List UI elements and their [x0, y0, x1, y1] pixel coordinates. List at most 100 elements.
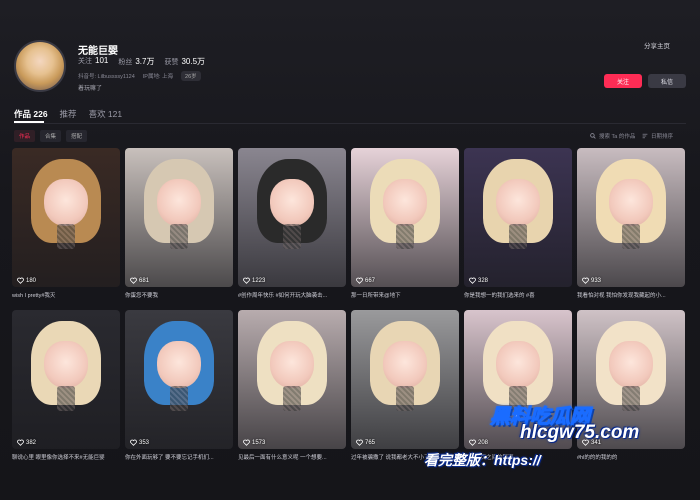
- video-like-count: 1223: [243, 277, 265, 284]
- thumbnail-face-shape: [383, 178, 427, 226]
- follow-stat[interactable]: 关注 101: [78, 56, 108, 67]
- video-like-count: 328: [469, 277, 488, 284]
- thumbnail-tattoo-shape: [509, 224, 527, 250]
- video-card[interactable]: 180 wish I pretty#我灭: [12, 148, 120, 299]
- video-card[interactable]: 681 你蛋您不要我: [125, 148, 233, 299]
- profile-stats: 关注 101 粉丝 3.7万 获赞 30.5万: [78, 56, 205, 67]
- share-profile-button[interactable]: 分享主页: [644, 40, 670, 50]
- heart-outline-icon: [582, 277, 589, 284]
- video-thumbnail[interactable]: 328: [464, 148, 572, 287]
- profile-meta: 抖音号: Lilbussssy1124 IP属地: 上海 26岁: [78, 71, 201, 81]
- video-caption[interactable]: 你是我想一的我们选来的 #喜: [464, 291, 572, 299]
- ip-location: IP属地: 上海: [142, 74, 174, 80]
- video-thumbnail[interactable]: 353: [125, 310, 233, 449]
- video-thumbnail[interactable]: 681: [125, 148, 233, 287]
- video-like-count: 180: [17, 277, 36, 284]
- thumbnail-face-shape: [609, 340, 653, 388]
- video-like-count: 765: [356, 439, 375, 446]
- tab-works[interactable]: 作品 226: [14, 108, 48, 120]
- video-card[interactable]: 353 你在外面玩够了 要不要忘记手机们...: [125, 310, 233, 461]
- likes-stat: 获赞 30.5万: [164, 56, 205, 67]
- video-thumbnail[interactable]: 180: [12, 148, 120, 287]
- video-caption[interactable]: 我看怕对视 我怕你发现我藏起的小...: [577, 291, 685, 299]
- heart-outline-icon: [356, 277, 363, 284]
- video-caption[interactable]: 聊说心里 眼里像你选择不来#无能巨婴: [12, 453, 120, 461]
- heart-outline-icon: [17, 277, 24, 284]
- tab-likes[interactable]: 喜欢 121: [89, 108, 123, 120]
- thumbnail-face-shape: [270, 340, 314, 388]
- thumbnail-tattoo-shape: [170, 224, 188, 250]
- video-caption[interactable]: 你蛋您不要我: [125, 291, 233, 299]
- video-like-value: 328: [478, 277, 489, 284]
- video-caption[interactable]: 那一日所带来@地下: [351, 291, 459, 299]
- video-like-count: 667: [356, 277, 375, 284]
- video-like-value: 765: [365, 439, 376, 446]
- watermark-url-domain: hlcgw75.com: [520, 422, 640, 443]
- fans-stat[interactable]: 粉丝 3.7万: [118, 56, 154, 67]
- thumbnail-tattoo-shape: [170, 386, 188, 412]
- thumbnail-tattoo-shape: [396, 224, 414, 250]
- subtab-collections[interactable]: 合集: [40, 130, 62, 142]
- subtabs: 作品 合集 搭配: [14, 130, 88, 142]
- heart-outline-icon: [469, 439, 476, 446]
- tab-recommend[interactable]: 推荐: [60, 108, 77, 120]
- message-button[interactable]: 私信: [648, 74, 686, 88]
- video-like-value: 681: [139, 277, 150, 284]
- likes-stat-label: 获赞: [164, 59, 179, 66]
- profile-tabs: 作品 226 推荐 喜欢 121: [14, 108, 122, 120]
- thumbnail-face-shape: [44, 340, 88, 388]
- heart-outline-icon: [356, 439, 363, 446]
- video-like-count: 382: [17, 439, 36, 446]
- age-badge: 26岁: [181, 71, 201, 81]
- thumbnail-tattoo-shape: [396, 386, 414, 412]
- heart-outline-icon: [243, 439, 250, 446]
- date-sort-dropdown[interactable]: 日期排序: [642, 132, 673, 140]
- subtab-outfits[interactable]: 搭配: [66, 130, 88, 142]
- video-caption[interactable]: 见最后一面有什么意义呢 一个想要...: [238, 453, 346, 461]
- fans-stat-count: 3.7万: [135, 57, 155, 66]
- video-thumbnail[interactable]: 382: [12, 310, 120, 449]
- video-thumbnail[interactable]: 1223: [238, 148, 346, 287]
- heart-outline-icon: [469, 277, 476, 284]
- video-card[interactable]: 765 过年被骗撒了 说我都老大不小了: [351, 310, 459, 461]
- thumbnail-tattoo-shape: [57, 386, 75, 412]
- video-thumbnail[interactable]: 1573: [238, 310, 346, 449]
- search-works-input[interactable]: 搜索 Ta 的作品: [590, 132, 635, 140]
- video-like-value: 208: [478, 439, 489, 446]
- video-caption[interactable]: wish I pretty#我灭: [12, 291, 120, 299]
- profile-page: 无能巨婴 关注 101 粉丝 3.7万 获赞 30.5万 抖音号: Lilbussss…: [0, 0, 700, 500]
- heart-outline-icon: [130, 277, 137, 284]
- profile-name: 无能巨婴: [78, 46, 118, 57]
- thumbnail-face-shape: [157, 340, 201, 388]
- video-caption[interactable]: #创作周年快乐 #如何开玩大脑袭击...: [238, 291, 346, 299]
- fans-stat-label: 粉丝: [118, 59, 133, 66]
- follow-button[interactable]: 关注: [604, 74, 642, 88]
- video-like-count: 208: [469, 439, 488, 446]
- follow-stat-count: 101: [95, 56, 109, 65]
- thumbnail-tattoo-shape: [57, 224, 75, 250]
- video-like-value: 180: [26, 277, 37, 284]
- video-thumbnail[interactable]: 667: [351, 148, 459, 287]
- search-icon: [590, 133, 596, 139]
- video-card[interactable]: 382 聊说心里 眼里像你选择不来#无能巨婴: [12, 310, 120, 461]
- video-thumbnail[interactable]: 933: [577, 148, 685, 287]
- video-card[interactable]: 667 那一日所带来@地下: [351, 148, 459, 299]
- likes-stat-count: 30.5万: [181, 57, 206, 66]
- video-thumbnail[interactable]: 765: [351, 310, 459, 449]
- video-card[interactable]: 933 我看怕对视 我怕你发现我藏起的小...: [577, 148, 685, 299]
- profile-bio: 着玩嘛了: [78, 86, 103, 92]
- video-caption[interactable]: 你在外面玩够了 要不要忘记手机们...: [125, 453, 233, 461]
- video-like-count: 681: [130, 277, 149, 284]
- video-like-value: 1573: [252, 439, 266, 446]
- video-card[interactable]: 1573 见最后一面有什么意义呢 一个想要...: [238, 310, 346, 461]
- thumbnail-face-shape: [44, 178, 88, 226]
- heart-outline-icon: [243, 277, 250, 284]
- video-card[interactable]: 328 你是我想一的我们选来的 #喜: [464, 148, 572, 299]
- video-card[interactable]: 1223 #创作周年快乐 #如何开玩大脑袭击...: [238, 148, 346, 299]
- video-like-value: 353: [139, 439, 150, 446]
- subtab-works[interactable]: 作品: [14, 130, 36, 142]
- thumbnail-face-shape: [609, 178, 653, 226]
- sort-lines-icon: [642, 133, 648, 139]
- video-caption[interactable]: #hl的的的我的的: [577, 453, 685, 461]
- avatar[interactable]: [14, 40, 66, 92]
